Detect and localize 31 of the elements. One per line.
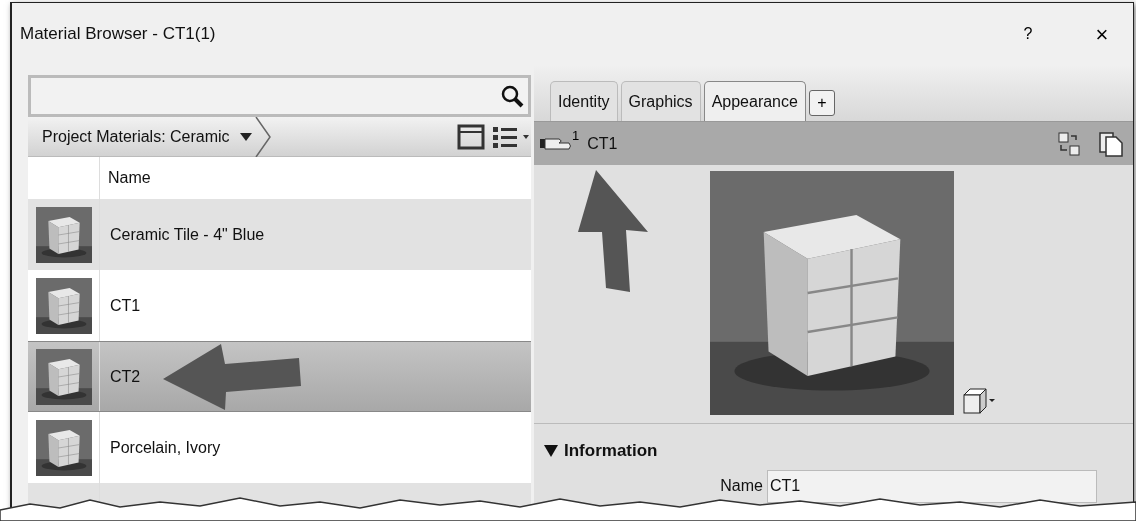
render-shape-dropdown[interactable] [962, 387, 996, 415]
material-row[interactable]: CT1 [28, 270, 531, 341]
material-row[interactable]: Porcelain, Ivory [28, 412, 531, 483]
search-field[interactable] [28, 75, 531, 117]
window-title: Material Browser - CT1(1) [20, 23, 216, 46]
material-row[interactable]: Ceramic Tile - 4" Blue [28, 199, 531, 270]
panel-view-icon[interactable] [457, 122, 485, 151]
material-name: CT1 [109, 295, 141, 316]
section-header[interactable]: Information [544, 438, 1133, 464]
tab[interactable]: Identity [550, 81, 618, 121]
search-icon [500, 84, 524, 108]
help-button[interactable]: ? [1013, 22, 1043, 46]
asset-name: CT1 [587, 133, 618, 154]
material-name: Ceramic Tile - 4" Blue [109, 224, 265, 245]
tab[interactable]: Appearance [703, 81, 806, 121]
usage-count: 1 [572, 127, 580, 145]
add-tab-button[interactable]: + [808, 90, 835, 116]
material-name: CT2 [109, 366, 141, 387]
name-field[interactable]: CT1 [767, 469, 1097, 503]
material-name: Porcelain, Ivory [109, 437, 221, 458]
replace-asset-icon[interactable] [1057, 130, 1081, 157]
breadcrumb-dropdown[interactable]: Project Materials: Ceramic [28, 124, 252, 149]
chevron-icon [253, 116, 272, 157]
close-button[interactable]: × [1087, 17, 1117, 51]
hand-icon [540, 137, 572, 150]
dropdown-arrow-icon [239, 132, 252, 141]
cube-icon [962, 387, 996, 415]
tab[interactable]: Graphics [620, 81, 701, 121]
expanded-triangle-icon [544, 444, 558, 457]
duplicate-icon[interactable] [1097, 129, 1125, 158]
field-label: Name [719, 476, 764, 496]
